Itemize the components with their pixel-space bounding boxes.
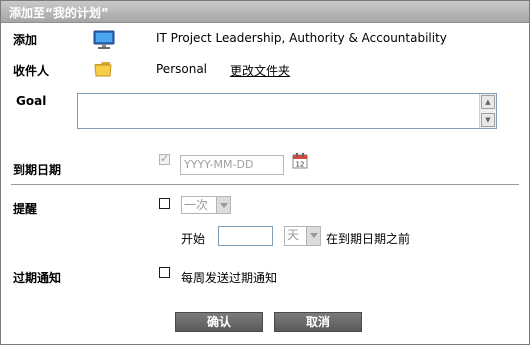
title-bar: 添加至“我的计划” xyxy=(1,1,529,23)
reminder-checkbox[interactable] xyxy=(159,198,170,209)
computer-icon xyxy=(93,30,115,49)
calendar-icon[interactable]: 12 xyxy=(292,153,308,169)
goal-scrollbar[interactable]: ▲ ▼ xyxy=(479,94,496,128)
overdue-label: 过期通知 xyxy=(13,271,62,285)
overdue-checkbox[interactable] xyxy=(159,267,170,278)
folder-icon xyxy=(94,62,112,77)
svg-text:12: 12 xyxy=(296,161,305,169)
due-date-label: 到期日期 xyxy=(13,163,62,177)
overdue-option-text: 每周发送过期通知 xyxy=(181,271,278,285)
dialog-title: 添加至“我的计划” xyxy=(9,6,109,20)
add-label: 添加 xyxy=(13,33,38,47)
confirm-button[interactable]: 确认 xyxy=(175,312,263,332)
course-title: IT Project Leadership, Authority & Accou… xyxy=(156,31,447,45)
change-folder-link[interactable]: 更改文件夹 xyxy=(230,62,290,79)
reminder-label: 提醒 xyxy=(13,202,38,216)
reminder-frequency-select[interactable]: 一次 xyxy=(181,196,231,214)
start-days-input[interactable] xyxy=(218,226,273,246)
due-date-checkbox[interactable] xyxy=(159,152,170,165)
reminder-frequency-value: 一次 xyxy=(184,198,209,212)
time-unit-select[interactable]: 天 xyxy=(284,226,321,246)
chevron-down-icon xyxy=(306,227,320,245)
time-unit-value: 天 xyxy=(287,228,300,242)
cancel-button[interactable]: 取消 xyxy=(274,312,362,332)
recipient-label: 收件人 xyxy=(13,64,50,78)
start-label: 开始 xyxy=(181,232,206,246)
goal-label: Goal xyxy=(16,94,47,108)
add-to-my-plan-dialog: 添加至“我的计划” 添加 IT Project Leadership, Auth… xyxy=(0,0,530,345)
before-due-date-text: 在到期日期之前 xyxy=(326,232,411,246)
chevron-down-icon xyxy=(216,197,230,213)
folder-name: Personal xyxy=(156,62,208,76)
scroll-up-icon[interactable]: ▲ xyxy=(481,95,495,109)
due-date-input[interactable]: YYYY-MM-DD xyxy=(180,155,284,175)
section-divider xyxy=(11,184,519,186)
goal-field[interactable]: ▲ ▼ xyxy=(77,93,497,129)
goal-textarea[interactable] xyxy=(78,94,480,128)
scroll-down-icon[interactable]: ▼ xyxy=(481,113,495,127)
